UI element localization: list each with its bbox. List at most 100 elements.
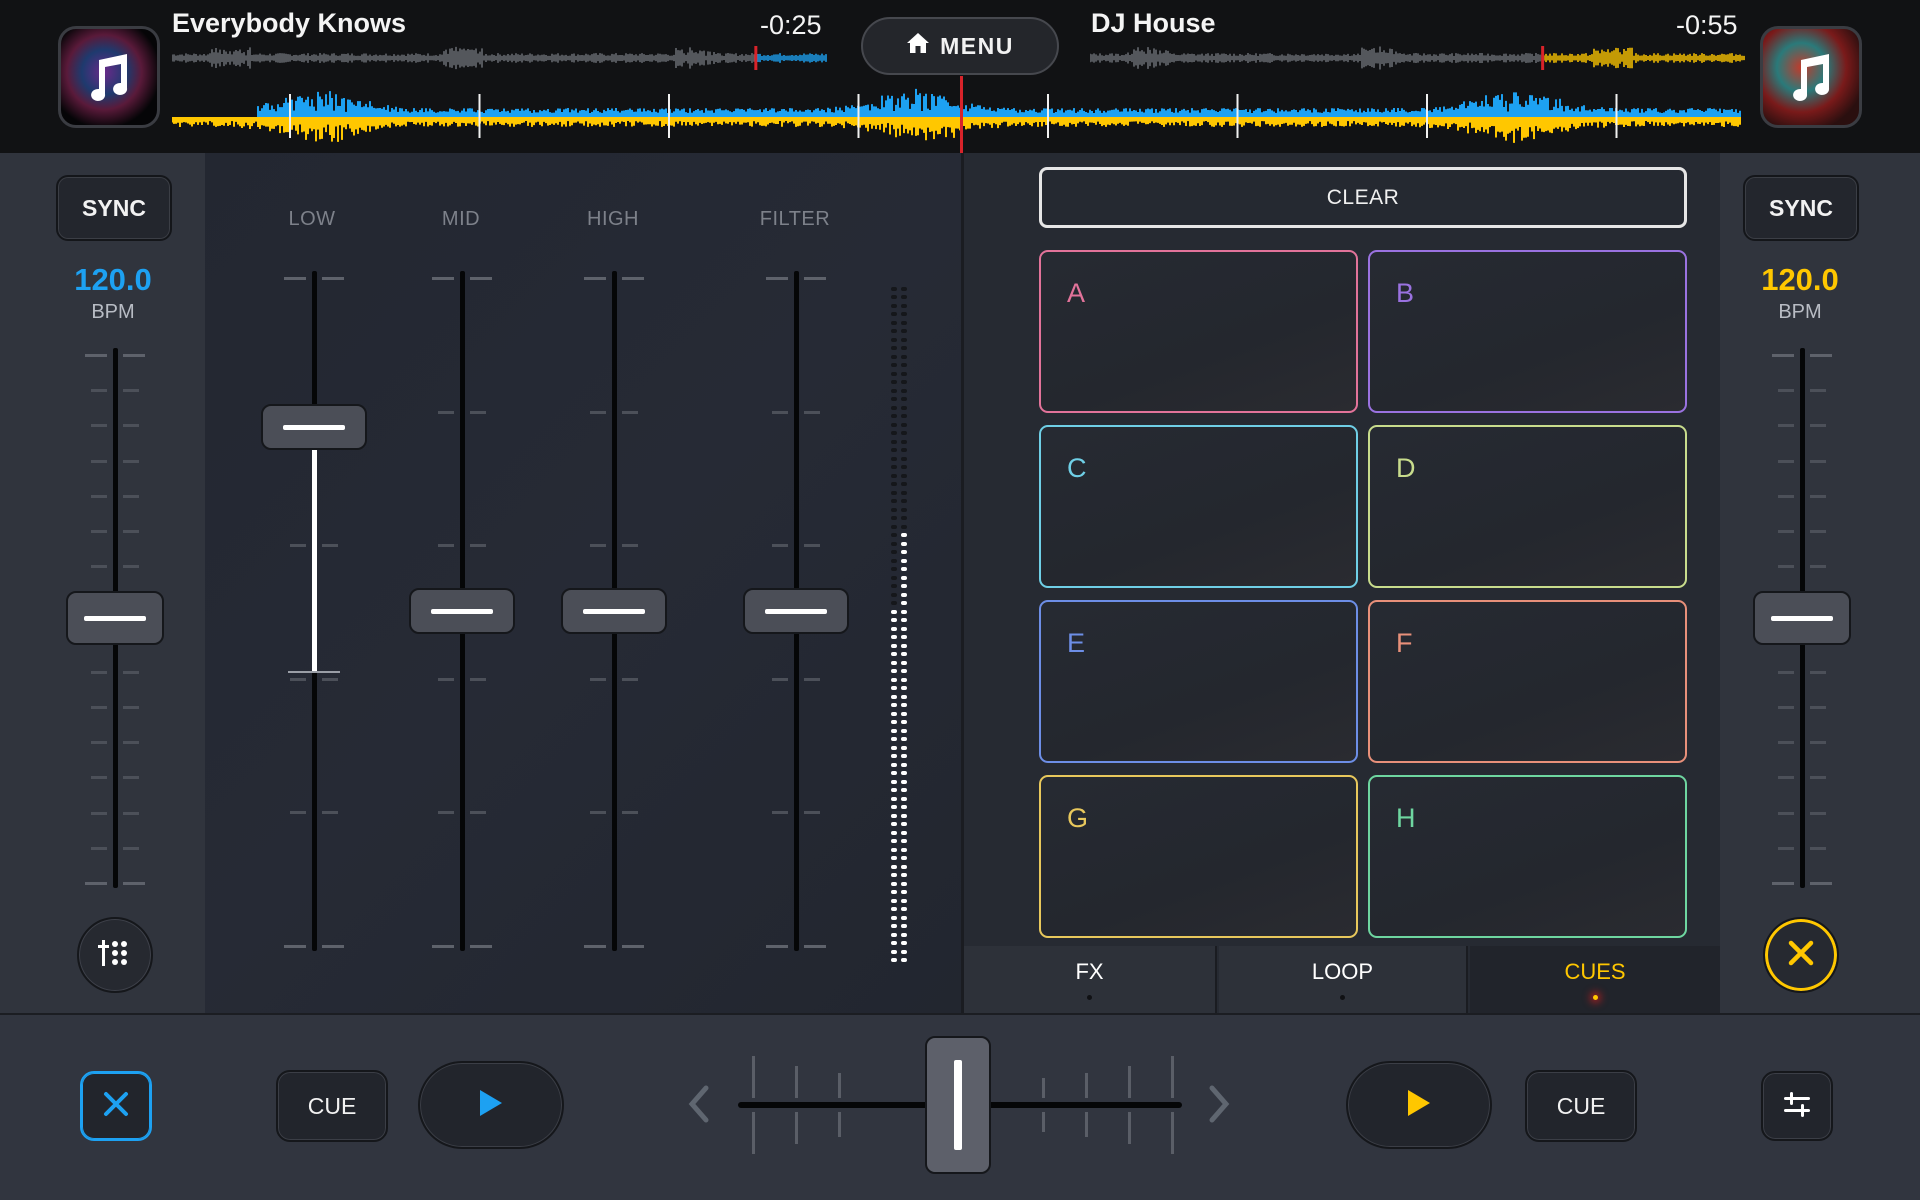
cue-pad-g[interactable]: G	[1039, 775, 1358, 938]
left-pitch-tick	[123, 811, 139, 815]
level-meter-led-left	[891, 465, 897, 469]
level-meter-led-left	[891, 873, 897, 877]
eq-mid-fader-knob[interactable]	[409, 588, 515, 634]
eq-mid-fader-tick	[438, 811, 454, 815]
left-pitch-tick	[123, 354, 145, 357]
tab-cues[interactable]: CUES	[1470, 946, 1720, 1013]
level-meter-led-right	[901, 371, 907, 376]
eq-low-fader-knob[interactable]	[261, 404, 367, 451]
filter-fader-tick	[772, 677, 788, 681]
cue-pad-b[interactable]: B	[1368, 250, 1687, 413]
level-meter-led-right	[901, 822, 907, 826]
eq-low-fader-tick	[290, 677, 306, 681]
level-meter-led-right	[901, 660, 907, 665]
settings-button[interactable]	[1761, 1071, 1833, 1141]
eq-high-fader-knob[interactable]	[561, 588, 667, 634]
right-pitch-tick	[1778, 424, 1794, 428]
cue-pad-f[interactable]: F	[1368, 600, 1687, 763]
cue-pad-e[interactable]: E	[1039, 600, 1358, 763]
level-meter-led-left	[891, 397, 897, 401]
level-meter-led-left	[891, 439, 897, 444]
level-meter-led-right	[901, 439, 907, 444]
music-note-icon	[1763, 29, 1859, 125]
left-pitch-tick	[123, 494, 139, 498]
left-tool-button[interactable]	[77, 917, 153, 993]
eq-low-fader-tick	[322, 677, 338, 681]
eq-low-fader-grip	[283, 424, 345, 430]
left-pitch-knob[interactable]	[66, 591, 164, 645]
crossfader-right-arrow[interactable]	[1204, 1082, 1234, 1126]
cue-pad-c[interactable]: C	[1039, 425, 1358, 588]
right-sync-button[interactable]: SYNC	[1743, 175, 1859, 241]
right-pitch-tick	[1778, 706, 1794, 709]
level-meter-led-right	[901, 329, 907, 333]
close-icon	[1786, 938, 1816, 973]
eq-high-fader-tick	[590, 811, 606, 815]
level-meter-led-left	[891, 643, 897, 648]
right-album-art[interactable]	[1760, 26, 1862, 128]
playhead	[960, 76, 963, 153]
tab-loop[interactable]: LOOP	[1219, 946, 1468, 1013]
crossfader-knob[interactable]	[924, 1036, 991, 1174]
filter-fader-knob[interactable]	[743, 588, 849, 634]
level-meter-led-right	[901, 337, 907, 342]
crossfader-tick	[1171, 1112, 1174, 1154]
right-close-button[interactable]	[1763, 917, 1839, 993]
level-meter-led-right	[901, 958, 907, 962]
level-meter-led-left	[891, 949, 897, 954]
right-pitch-knob[interactable]	[1753, 591, 1851, 645]
level-meter-led-right	[901, 652, 907, 656]
level-meter-led-right	[901, 856, 907, 860]
overview-position-marker	[1541, 46, 1545, 70]
left-play-button[interactable]	[418, 1061, 564, 1149]
eq-mid-fader-tick	[470, 277, 492, 280]
left-cue-button[interactable]: CUE	[276, 1070, 388, 1142]
level-meter-led-right	[901, 771, 907, 775]
filter-label: FILTER	[759, 208, 831, 230]
level-meter-led-left	[891, 652, 897, 656]
sliders-icon	[1782, 1090, 1812, 1123]
tab-fx[interactable]: FX	[964, 946, 1217, 1013]
left-time-remaining: -0:25	[760, 10, 822, 40]
left-overview-waveform[interactable]	[172, 46, 828, 70]
left-sync-button[interactable]: SYNC	[56, 175, 172, 241]
crossfader-left-arrow[interactable]	[684, 1082, 714, 1126]
level-meter-led-right	[901, 354, 907, 359]
level-meter-led-left	[891, 754, 897, 758]
main-waveform[interactable]	[172, 84, 1742, 150]
level-meter-led-right	[901, 575, 907, 580]
eq-mid-fader-tick	[470, 811, 486, 815]
level-meter-led-left	[891, 941, 897, 945]
left-pitch-tick	[123, 530, 139, 533]
eq-mid-fader-tick	[432, 945, 454, 948]
level-meter-led-left	[891, 779, 897, 784]
crossfader-tick	[1128, 1066, 1131, 1098]
cue-pad-label: G	[1067, 803, 1089, 833]
left-pitch-tick	[123, 706, 139, 709]
eq-mid-fader-tick	[470, 677, 486, 681]
left-album-art[interactable]	[58, 26, 160, 128]
level-meter-led-right	[901, 907, 907, 911]
cue-pad-d[interactable]: D	[1368, 425, 1687, 588]
left-bpm-label: BPM	[91, 301, 135, 323]
level-meter-led-right	[901, 626, 907, 631]
eq-low-fader-tick	[290, 544, 306, 548]
level-meter-led-right	[901, 839, 907, 843]
cue-pad-h[interactable]: H	[1368, 775, 1687, 938]
right-overview-waveform[interactable]	[1090, 46, 1746, 70]
level-meter-led-left	[891, 354, 897, 359]
right-play-button[interactable]	[1346, 1061, 1492, 1149]
level-meter-led-left	[891, 524, 897, 529]
eq-high-fader-tick	[622, 811, 638, 815]
eq-low-fader-zero-mark	[288, 671, 340, 673]
left-close-button[interactable]	[80, 1071, 152, 1141]
eq-low-label: LOW	[288, 208, 336, 230]
clear-button[interactable]: CLEAR	[1039, 167, 1687, 228]
menu-button[interactable]: MENU	[861, 17, 1059, 75]
cue-pad-a[interactable]: A	[1039, 250, 1358, 413]
right-cue-button[interactable]: CUE	[1525, 1070, 1637, 1142]
menu-label: MENU	[940, 32, 1014, 59]
cue-pad-label: F	[1396, 628, 1413, 658]
right-pitch-grip	[1771, 615, 1833, 621]
level-meter-led-right	[901, 898, 907, 903]
